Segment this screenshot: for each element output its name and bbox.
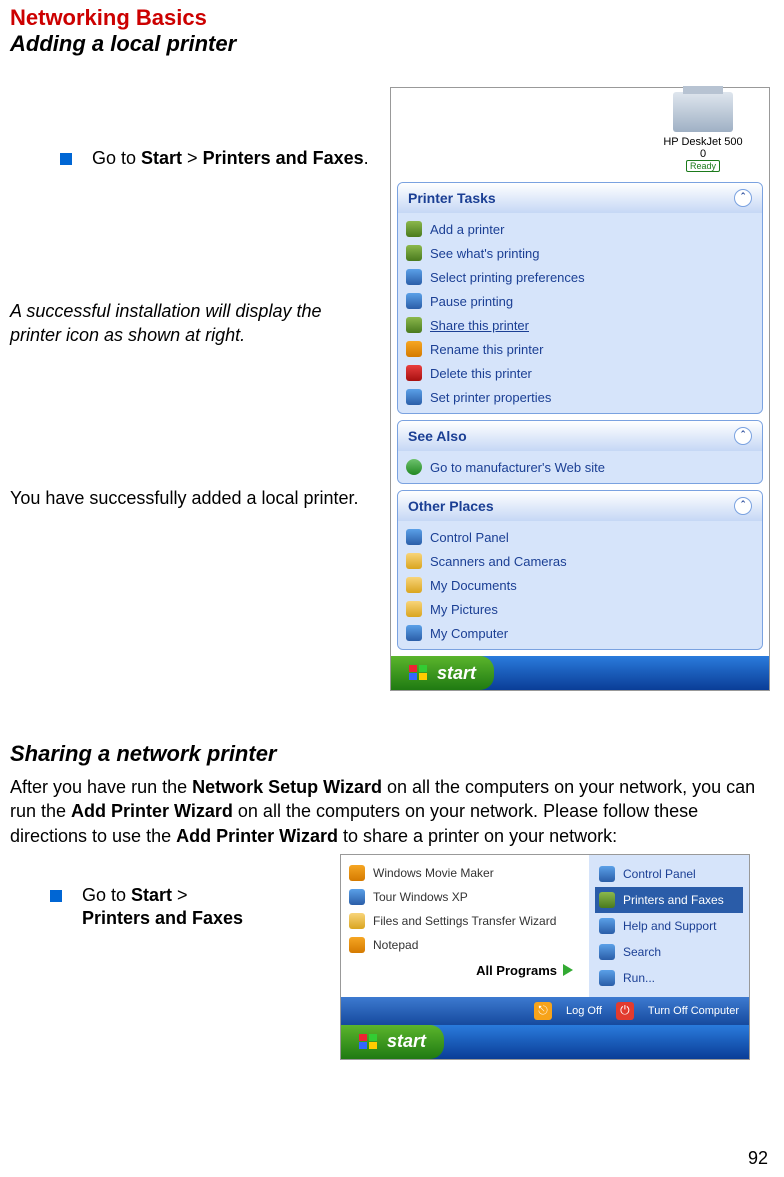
printer-icon: [599, 892, 615, 908]
logoff-label[interactable]: Log Off: [566, 1005, 602, 1017]
taskbar[interactable]: start: [391, 656, 769, 690]
folder-icon: [406, 577, 422, 593]
turnoff-icon[interactable]: ⏻: [616, 1002, 634, 1020]
menu-help[interactable]: Help and Support: [595, 913, 743, 939]
printer-icon: [406, 221, 422, 237]
task-preferences[interactable]: Select printing preferences: [404, 265, 756, 289]
menu-search[interactable]: Search: [595, 939, 743, 965]
start-button[interactable]: start: [341, 1025, 444, 1059]
app-icon: [349, 889, 365, 905]
task-see-printing[interactable]: See what's printing: [404, 241, 756, 265]
bullet-icon: [50, 890, 62, 902]
task-rename[interactable]: Rename this printer: [404, 337, 756, 361]
bullet-icon: [60, 153, 72, 165]
panel-other-places: Other Places ˆ Control Panel Scanners and…: [397, 490, 763, 650]
menu-files-transfer[interactable]: Files and Settings Transfer Wizard: [347, 909, 583, 933]
scanner-icon: [406, 553, 422, 569]
screenshot-printer-tasks: HP DeskJet 500 0 Ready Printer Tasks ˆ Ad…: [390, 87, 770, 691]
pause-icon: [406, 293, 422, 309]
task-share[interactable]: Share this printer: [404, 313, 756, 337]
app-icon: [349, 937, 365, 953]
menu-control-panel[interactable]: Control Panel: [595, 861, 743, 887]
task-add-printer[interactable]: Add a printer: [404, 217, 756, 241]
app-icon: [349, 913, 365, 929]
turnoff-label[interactable]: Turn Off Computer: [648, 1005, 739, 1017]
doc-title: Networking Basics: [10, 5, 774, 31]
all-programs[interactable]: All Programs: [347, 957, 583, 984]
place-documents[interactable]: My Documents: [404, 573, 756, 597]
collapse-icon[interactable]: ˆ: [734, 189, 752, 207]
taskbar[interactable]: start: [341, 1025, 749, 1059]
menu-tour-xp[interactable]: Tour Windows XP: [347, 885, 583, 909]
folder-icon: [406, 601, 422, 617]
printer-icon: [406, 245, 422, 261]
place-scanners[interactable]: Scanners and Cameras: [404, 549, 756, 573]
windows-logo-icon: [409, 665, 429, 681]
start-button[interactable]: start: [391, 656, 494, 690]
screenshot-start-menu: Windows Movie Maker Tour Windows XP File…: [340, 854, 750, 1060]
globe-icon: [406, 459, 422, 475]
see-manufacturer[interactable]: Go to manufacturer's Web site: [404, 455, 756, 479]
section-sharing-text: After you have run the Network Setup Wiz…: [10, 775, 774, 848]
place-computer[interactable]: My Computer: [404, 621, 756, 645]
control-panel-icon: [599, 866, 615, 882]
printer-jobs: 0: [643, 148, 763, 160]
menu-printers-faxes[interactable]: Printers and Faxes: [595, 887, 743, 913]
search-icon: [599, 944, 615, 960]
preferences-icon: [406, 269, 422, 285]
step2-text: Go to Start > Printers and Faxes: [82, 884, 243, 931]
note-2: You have successfully added a local prin…: [10, 487, 370, 510]
place-pictures[interactable]: My Pictures: [404, 597, 756, 621]
panel-see-also: See Also ˆ Go to manufacturer's Web site: [397, 420, 763, 484]
printer-name: HP DeskJet 500: [643, 136, 763, 148]
place-control-panel[interactable]: Control Panel: [404, 525, 756, 549]
menu-movie-maker[interactable]: Windows Movie Maker: [347, 861, 583, 885]
help-icon: [599, 918, 615, 934]
menu-notepad[interactable]: Notepad: [347, 933, 583, 957]
properties-icon: [406, 389, 422, 405]
logoff-icon[interactable]: ⎋: [534, 1002, 552, 1020]
panel-title: Other Places: [408, 498, 494, 514]
section-sharing-title: Sharing a network printer: [10, 741, 774, 767]
app-icon: [349, 865, 365, 881]
control-panel-icon: [406, 529, 422, 545]
arrow-right-icon: [563, 964, 573, 976]
panel-title: Printer Tasks: [408, 190, 496, 206]
panel-title: See Also: [408, 428, 467, 444]
computer-icon: [406, 625, 422, 641]
collapse-icon[interactable]: ˆ: [734, 427, 752, 445]
logoff-bar: ⎋ Log Off ⏻ Turn Off Computer: [341, 997, 749, 1025]
step2-bullet: Go to Start > Printers and Faxes: [50, 884, 330, 931]
share-icon: [406, 317, 422, 333]
task-delete[interactable]: Delete this printer: [404, 361, 756, 385]
run-icon: [599, 970, 615, 986]
doc-subtitle: Adding a local printer: [10, 31, 774, 57]
windows-logo-icon: [359, 1034, 379, 1050]
task-properties[interactable]: Set printer properties: [404, 385, 756, 409]
task-pause[interactable]: Pause printing: [404, 289, 756, 313]
delete-icon: [406, 365, 422, 381]
page-number: 92: [748, 1148, 768, 1169]
note-1: A successful installation will display t…: [10, 300, 370, 347]
step-text: Go to Start > Printers and Faxes.: [92, 147, 369, 170]
step-bullet: Go to Start > Printers and Faxes.: [60, 147, 370, 170]
printer-status-badge: Ready: [686, 160, 720, 172]
printer-icon-block[interactable]: HP DeskJet 500 0 Ready: [643, 92, 763, 172]
collapse-icon[interactable]: ˆ: [734, 497, 752, 515]
menu-run[interactable]: Run...: [595, 965, 743, 991]
printer-icon: [673, 92, 733, 132]
panel-printer-tasks: Printer Tasks ˆ Add a printer See what's …: [397, 182, 763, 414]
rename-icon: [406, 341, 422, 357]
